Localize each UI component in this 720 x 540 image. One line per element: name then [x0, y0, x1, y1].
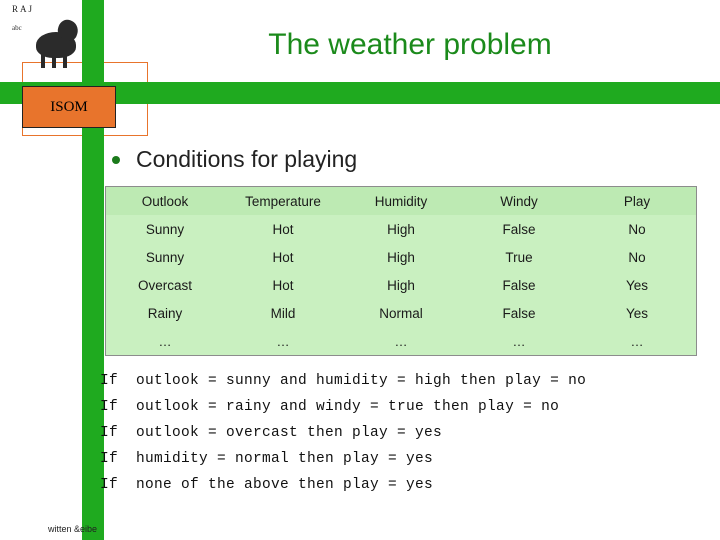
table-row: Rainy Mild Normal False Yes — [106, 299, 696, 327]
rule-line: If outlook = overcast then play = yes — [100, 425, 443, 441]
bullet-dot-icon — [112, 155, 120, 164]
table-row: Sunny Hot High True No — [106, 243, 696, 271]
weather-table-container: Outlook Temperature Humidity Windy Play … — [105, 186, 697, 356]
column-header-windy: Windy — [460, 187, 578, 215]
cell-play: Yes — [578, 299, 696, 327]
cell-outlook: Sunny — [106, 215, 224, 243]
page-title: The weather problem — [268, 28, 552, 61]
cell-play: No — [578, 215, 696, 243]
column-header-outlook: Outlook — [106, 187, 224, 215]
cell-temperature: Mild — [224, 299, 342, 327]
logo-subtext: abc — [12, 24, 22, 32]
cell-humidity: Normal — [342, 299, 460, 327]
cell-humidity: High — [342, 271, 460, 299]
table-row: … … … … … — [106, 327, 696, 355]
cell-temperature: Hot — [224, 271, 342, 299]
column-header-humidity: Humidity — [342, 187, 460, 215]
logo: RAJ abc — [8, 2, 92, 80]
table-header-row: Outlook Temperature Humidity Windy Play — [106, 187, 696, 215]
rule-line: If outlook = rainy and windy = true then… — [100, 399, 560, 415]
cell-outlook: Sunny — [106, 243, 224, 271]
sheep-icon — [28, 14, 86, 72]
logo-brand-text: RAJ — [12, 4, 35, 14]
rule-line: If none of the above then play = yes — [100, 477, 434, 493]
table-row: Sunny Hot High False No — [106, 215, 696, 243]
cell-windy: True — [460, 243, 578, 271]
footer: witten &eibe — [48, 524, 97, 534]
cell-outlook: Rainy — [106, 299, 224, 327]
isom-badge: ISOM — [22, 86, 116, 128]
cell-temperature: Hot — [224, 243, 342, 271]
isom-label: ISOM — [50, 98, 88, 115]
column-header-play: Play — [578, 187, 696, 215]
cell-humidity: … — [342, 327, 460, 355]
cell-windy: False — [460, 299, 578, 327]
weather-table: Outlook Temperature Humidity Windy Play … — [106, 187, 696, 355]
table-row: Overcast Hot High False Yes — [106, 271, 696, 299]
footer-author-right: &eibe — [74, 524, 98, 534]
cell-outlook: … — [106, 327, 224, 355]
bullet-item: Conditions for playing — [112, 146, 357, 173]
cell-humidity: High — [342, 215, 460, 243]
cell-play: Yes — [578, 271, 696, 299]
cell-temperature: Hot — [224, 215, 342, 243]
cell-outlook: Overcast — [106, 271, 224, 299]
footer-author-left: witten — [48, 524, 72, 534]
cell-temperature: … — [224, 327, 342, 355]
cell-play: No — [578, 243, 696, 271]
cell-windy: False — [460, 271, 578, 299]
column-header-temperature: Temperature — [224, 187, 342, 215]
rule-line: If humidity = normal then play = yes — [100, 451, 434, 467]
rules-list: If outlook = sunny and humidity = high t… — [100, 368, 586, 498]
cell-windy: False — [460, 215, 578, 243]
cell-windy: … — [460, 327, 578, 355]
bullet-label: Conditions for playing — [136, 146, 358, 172]
cell-play: … — [578, 327, 696, 355]
rule-line: If outlook = sunny and humidity = high t… — [100, 373, 587, 389]
cell-humidity: High — [342, 243, 460, 271]
